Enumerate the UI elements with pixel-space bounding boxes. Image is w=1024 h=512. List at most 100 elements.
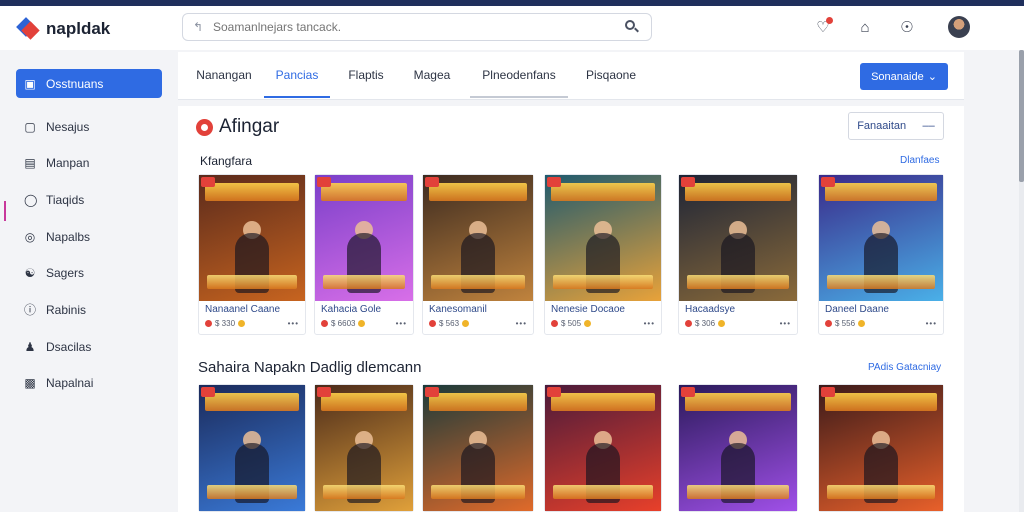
app-logo[interactable]: napldak	[16, 17, 111, 40]
game-title[interactable]: Nenesie Docaoe	[545, 301, 661, 315]
game-thumbnail[interactable]	[199, 385, 305, 511]
tab-2[interactable]: Flaptis	[340, 52, 392, 98]
game-title[interactable]: Daneel Daane	[819, 301, 943, 315]
game-thumbnail[interactable]	[315, 175, 413, 301]
thumbnail-art	[321, 183, 407, 201]
thumbnail-art	[685, 183, 791, 201]
game-thumbnail[interactable]	[545, 385, 661, 511]
coin-icon	[584, 320, 592, 327]
thumbnail-art	[207, 275, 297, 289]
tab-5[interactable]: Pisqaone	[580, 52, 642, 98]
game-thumbnail[interactable]	[199, 175, 305, 301]
section-header: Afingar	[196, 116, 279, 138]
game-thumbnail[interactable]	[819, 175, 943, 301]
thumbnail-art	[821, 387, 835, 397]
game-thumbnail[interactable]	[423, 385, 533, 511]
game-card[interactable]	[422, 384, 534, 512]
sidebar-item-7[interactable]: ♟ Dsacilas	[16, 332, 162, 361]
game-card[interactable]: Daneel Daane $ 556 •••	[818, 174, 944, 335]
tab-3[interactable]: Magea	[406, 52, 458, 98]
thumbnail-art	[201, 177, 215, 187]
game-thumbnail[interactable]	[679, 175, 797, 301]
help-icon[interactable]: ☉	[896, 16, 918, 38]
sidebar-item-0[interactable]: ▣ Osstnuans	[16, 69, 162, 98]
scrollbar-thumb[interactable]	[1019, 50, 1024, 182]
coin-icon	[858, 320, 866, 327]
section-select-label: Fanaaitan	[857, 120, 907, 132]
sidebar-item-label: Sagers	[46, 265, 85, 280]
live-icon	[321, 320, 328, 327]
game-title[interactable]: Kanesomanil	[423, 301, 533, 315]
avatar[interactable]	[948, 16, 970, 38]
row1-label: Kfangfara	[200, 154, 253, 168]
thumbnail-art	[821, 177, 835, 187]
sidebar-item-2[interactable]: ▤ Manpan	[16, 148, 162, 177]
game-title[interactable]: Kahacia Gole	[315, 301, 413, 315]
thumbnail-art	[207, 485, 297, 499]
more-icon[interactable]: •••	[516, 319, 527, 328]
box-icon: ▩	[24, 375, 36, 390]
game-card[interactable]: Kanesomanil $ 563 •••	[422, 174, 534, 335]
thumbnail-art	[827, 275, 935, 289]
tab-0[interactable]: Nanangan	[196, 52, 252, 98]
section-select[interactable]: Fanaaitan ––	[848, 112, 944, 140]
thumbnail-art	[827, 485, 935, 499]
game-card[interactable]: Hacaadsye $ 306 •••	[678, 174, 798, 335]
game-card[interactable]: Kahacia Gole $ 6603 •••	[314, 174, 414, 335]
sidebar-item-4[interactable]: ◎ Napalbs	[16, 222, 162, 251]
row2-link[interactable]: PAdis Gatacniay	[868, 362, 941, 373]
live-icon	[429, 320, 436, 327]
game-rating: $ 505	[561, 319, 582, 328]
game-thumbnail[interactable]	[545, 175, 661, 301]
game-card[interactable]	[818, 384, 944, 512]
game-thumbnail[interactable]	[679, 385, 797, 511]
game-card[interactable]	[198, 384, 306, 512]
sidebar-item-6[interactable]: ⓘ Rabinis	[16, 295, 162, 324]
thumbnail-art	[685, 393, 791, 411]
home-icon[interactable]: ⌂	[854, 16, 876, 38]
search-input[interactable]	[207, 20, 625, 34]
sidebar-item-1[interactable]: ▢ Nesajus	[16, 112, 162, 141]
more-icon[interactable]: •••	[288, 319, 299, 328]
logo-icon	[16, 17, 40, 40]
game-thumbnail[interactable]	[315, 385, 413, 511]
thumbnail-art	[687, 485, 789, 499]
app-name: napldak	[46, 19, 111, 38]
game-rating: $ 556	[835, 319, 856, 328]
search-box[interactable]: ↰	[182, 13, 652, 41]
game-thumbnail[interactable]	[819, 385, 943, 511]
game-rating: $ 6603	[331, 319, 356, 328]
game-card[interactable]: Nanaanel Caane $ 330 •••	[198, 174, 306, 335]
person-icon: ♟	[24, 339, 36, 354]
tab-1[interactable]: Pancias	[264, 52, 330, 98]
sidebar-item-3[interactable]: ◯ Tiaqids	[16, 185, 162, 214]
game-card[interactable]	[314, 384, 414, 512]
game-title[interactable]: Nanaanel Caane	[199, 301, 305, 315]
game-meta: $ 330 •••	[199, 315, 305, 334]
sidebar-item-label: Napalbs	[46, 229, 91, 244]
game-title[interactable]: Hacaadsye	[679, 301, 797, 315]
more-icon[interactable]: •••	[396, 319, 407, 328]
thumbnail-art	[317, 387, 331, 397]
row2-label: Sahaira Napakn Dadlig dlemcann	[198, 359, 422, 376]
dashboard-icon: ▣	[24, 76, 36, 91]
sidebar-item-8[interactable]: ▩ Napalnai	[16, 368, 162, 397]
more-icon[interactable]: •••	[926, 319, 937, 328]
tab-4[interactable]: Plneodenfans	[470, 52, 568, 98]
more-icon[interactable]: •••	[644, 319, 655, 328]
primary-action-button[interactable]: Sonanaide ⌄	[860, 63, 948, 90]
thumbnail-art	[431, 485, 525, 499]
thumbnail-art	[687, 275, 789, 289]
game-card[interactable]	[544, 384, 662, 512]
live-icon	[685, 320, 692, 327]
row1-link[interactable]: Dlanfaes	[900, 155, 939, 166]
more-icon[interactable]: •••	[780, 319, 791, 328]
search-icon[interactable]	[625, 20, 639, 34]
coin-icon	[462, 320, 470, 327]
bell-icon[interactable]: ♡	[812, 16, 834, 38]
game-card[interactable]: Nenesie Docaoe $ 505 •••	[544, 174, 662, 335]
game-card[interactable]	[678, 384, 798, 512]
thumbnail-art	[681, 387, 695, 397]
sidebar-item-5[interactable]: ☯ Sagers	[16, 258, 162, 287]
game-thumbnail[interactable]	[423, 175, 533, 301]
